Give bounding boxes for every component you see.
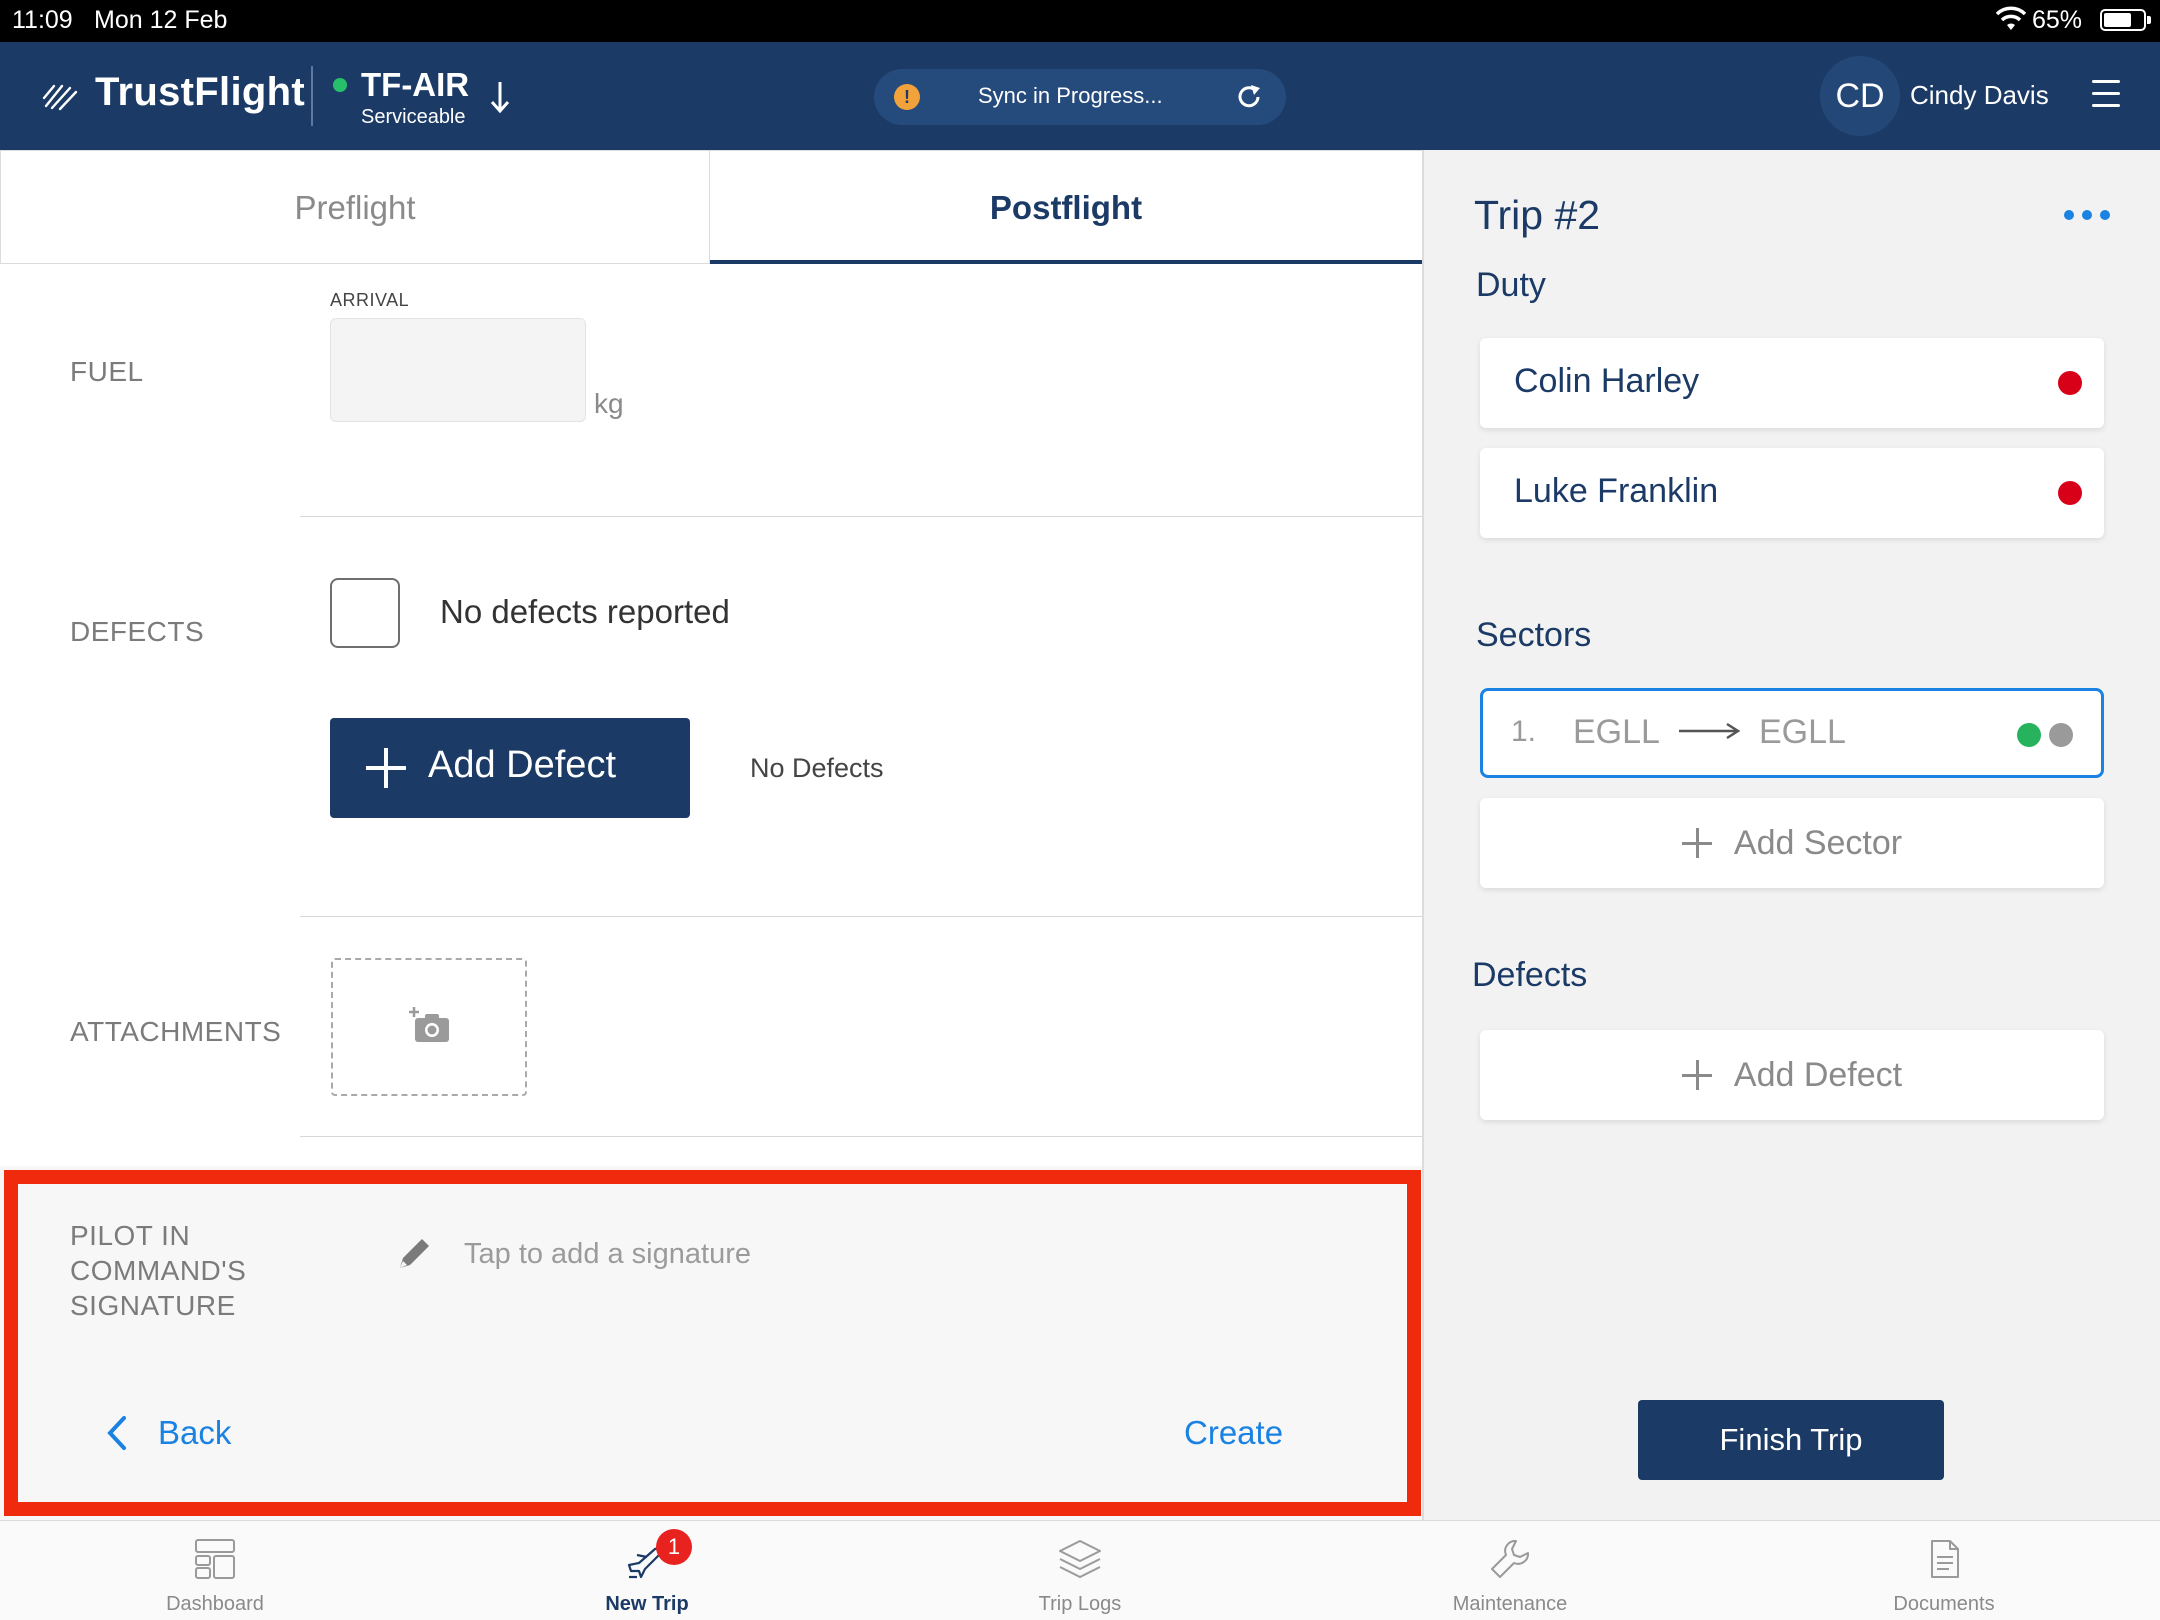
back-button[interactable]: Back (158, 1414, 231, 1452)
no-defects-text: No Defects (750, 753, 884, 783)
battery-icon (2100, 9, 2151, 31)
bottom-tab-bar: Dashboard New Trip 1 Trip Logs Maintenan… (0, 1520, 2160, 1620)
add-defect-button-label: Add Defect (428, 744, 616, 786)
create-button[interactable]: Create (1184, 1414, 1283, 1452)
sector-destination: EGLL (1759, 713, 1846, 751)
no-defects-reported-label: No defects reported (440, 593, 730, 630)
sector-status-dot-complete (2017, 723, 2041, 747)
new-trip-badge: 1 (656, 1529, 692, 1565)
finish-trip-button[interactable]: Finish Trip (1638, 1400, 1944, 1480)
crew-status-dot (2058, 481, 2082, 505)
battery-percent: 65% (2032, 6, 2083, 34)
tab-preflight[interactable]: Preflight (0, 150, 710, 264)
add-sector-label: Add Sector (1733, 824, 1903, 862)
add-sector-button[interactable]: Add Sector (1480, 798, 2104, 888)
tab-postflight[interactable]: Postflight (710, 150, 1422, 264)
defects-heading: Defects (1472, 956, 1588, 994)
defects-section-label: DEFECTS (70, 616, 205, 647)
sync-status-pill[interactable]: ! Sync in Progress... (874, 69, 1286, 125)
trip-summary-pane: Trip #2 Duty Colin Harley Luke Franklin … (1422, 150, 2160, 1520)
crew-name: Luke Franklin (1514, 472, 1719, 510)
user-name[interactable]: Cindy Davis (1910, 80, 2049, 111)
trustflight-logo-icon (42, 84, 78, 111)
crew-name: Colin Harley (1514, 362, 1700, 400)
plus-icon (1681, 1060, 1712, 1090)
document-icon (1931, 1540, 1959, 1578)
wifi-icon (1996, 6, 2026, 30)
section-divider (300, 916, 1422, 917)
brand-name: TrustFlight (95, 70, 305, 114)
sector-card[interactable]: 1. EGLL EGLL (1480, 688, 2104, 778)
nav-maintenance-label: Maintenance (1452, 1593, 1568, 1615)
wrench-icon (1491, 1539, 1530, 1578)
no-defects-checkbox[interactable] (330, 578, 400, 648)
refresh-icon[interactable] (1234, 82, 1264, 112)
nav-documents-label: Documents (1893, 1593, 1995, 1615)
section-divider (300, 1136, 1422, 1137)
add-defect-label: Add Defect (1733, 1056, 1903, 1094)
crew-status-dot (2058, 371, 2082, 395)
add-photo-icon (409, 1007, 449, 1042)
fuel-section-label: FUEL (70, 356, 144, 387)
crew-card[interactable]: Colin Harley (1480, 338, 2104, 428)
fuel-unit: kg (594, 388, 624, 419)
signature-placeholder[interactable]: Tap to add a signature (464, 1238, 751, 1271)
aircraft-registration[interactable]: TF-AIR (361, 66, 469, 104)
more-options-icon[interactable] (2064, 210, 2110, 220)
plus-icon (366, 748, 406, 788)
sector-status-dot-pending (2049, 723, 2073, 747)
crew-card[interactable]: Luke Franklin (1480, 448, 2104, 538)
nav-new-trip[interactable]: New Trip (547, 1521, 747, 1620)
dashboard-icon (195, 1539, 235, 1579)
warning-icon: ! (894, 84, 920, 110)
user-avatar[interactable]: CD (1820, 56, 1900, 136)
aircraft-status-dot (333, 78, 347, 92)
aircraft-status: Serviceable (361, 106, 466, 128)
add-attachment-button[interactable] (331, 958, 527, 1096)
status-date: Mon 12 Feb (94, 6, 228, 34)
sector-origin: EGLL (1573, 713, 1660, 751)
status-bar: 11:09 Mon 12 Feb 65% (0, 0, 2160, 42)
chevron-left-icon[interactable] (104, 1414, 128, 1452)
add-defect-card-button[interactable]: Add Defect (1480, 1030, 2104, 1120)
hamburger-menu-icon[interactable] (2092, 80, 2120, 108)
nav-trip-logs[interactable]: Trip Logs (980, 1521, 1180, 1620)
sectors-heading: Sectors (1476, 616, 1592, 654)
nav-maintenance[interactable]: Maintenance (1410, 1521, 1610, 1620)
postflight-form-pane: Preflight Postflight FUEL ARRIVAL kg DEF… (0, 150, 1422, 1520)
nav-new-trip-label: New Trip (605, 1593, 689, 1615)
sync-status-text: Sync in Progress... (978, 83, 1163, 108)
arrival-fuel-label: ARRIVAL (330, 290, 410, 310)
section-divider (300, 516, 1422, 517)
add-defect-button[interactable]: Add Defect (330, 718, 690, 818)
pic-signature-label: PILOT IN COMMAND'S SIGNATURE (70, 1220, 247, 1321)
arrow-down-icon[interactable] (488, 78, 512, 116)
nav-trip-logs-label: Trip Logs (1038, 1593, 1122, 1615)
nav-documents[interactable]: Documents (1844, 1521, 2044, 1620)
trip-title: Trip #2 (1474, 192, 1601, 238)
plus-icon (1681, 828, 1712, 858)
status-time: 11:09 (12, 6, 73, 34)
attachments-section-label: ATTACHMENTS (70, 1016, 282, 1047)
arrow-right-icon (1679, 722, 1741, 740)
header-divider (311, 66, 313, 126)
app-header: TrustFlight TF-AIR Serviceable ! Sync in… (0, 42, 2160, 150)
sector-number: 1. (1511, 715, 1537, 748)
flight-phase-tabs: Preflight Postflight (0, 150, 1422, 264)
arrival-fuel-input[interactable] (330, 318, 586, 422)
duty-heading: Duty (1476, 266, 1546, 304)
layers-icon (1059, 1540, 1101, 1578)
nav-dashboard-label: Dashboard (166, 1593, 264, 1615)
pencil-icon[interactable] (394, 1234, 434, 1274)
nav-dashboard[interactable]: Dashboard (115, 1521, 315, 1620)
